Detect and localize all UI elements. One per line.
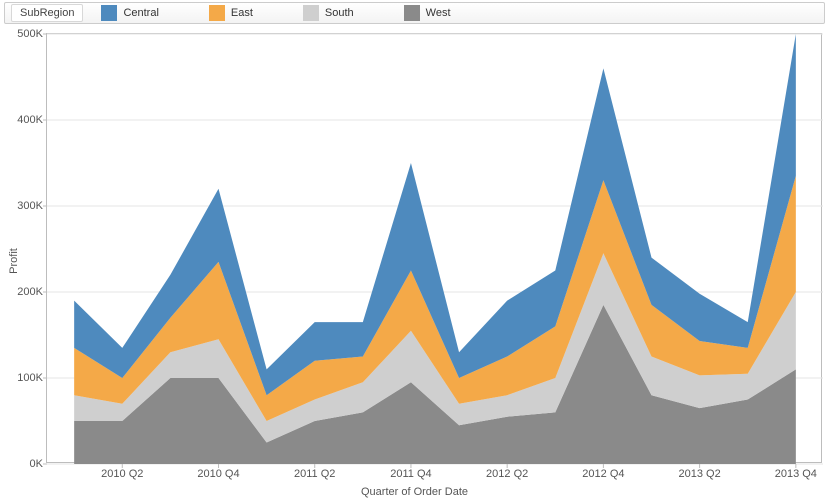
legend-swatch-icon — [209, 5, 225, 21]
legend-item-central[interactable]: Central — [101, 5, 158, 21]
legend-bar: SubRegion Central East South West — [4, 2, 825, 24]
x-tick-label: 2012 Q2 — [486, 468, 528, 480]
x-tick-label: 2012 Q4 — [582, 468, 624, 480]
x-tick-label: 2010 Q4 — [197, 468, 239, 480]
x-axis-title: Quarter of Order Date — [361, 486, 468, 498]
y-axis-title: Profit — [8, 248, 20, 274]
y-tick-label: 400K — [7, 114, 43, 126]
legend-label: East — [231, 7, 253, 19]
x-tick-label: 2011 Q4 — [390, 468, 431, 480]
y-tick-label: 0K — [7, 458, 43, 470]
x-tick-label: 2013 Q4 — [775, 468, 817, 480]
x-tick-label: 2010 Q2 — [101, 468, 143, 480]
legend-label: South — [325, 7, 354, 19]
legend-item-east[interactable]: East — [209, 5, 253, 21]
legend-item-west[interactable]: West — [404, 5, 451, 21]
y-tick-label: 100K — [7, 372, 43, 384]
legend-item-south[interactable]: South — [303, 5, 354, 21]
y-tick-label: 200K — [7, 286, 43, 298]
plot-area[interactable]: 0K100K200K300K400K500K 2010 Q22010 Q4201… — [46, 33, 822, 463]
legend-swatch-icon — [303, 5, 319, 21]
y-tick-label: 300K — [7, 200, 43, 212]
legend-swatch-icon — [404, 5, 420, 21]
chart-area: Profit Quarter of Order Date 0K100K200K3… — [0, 24, 829, 498]
legend-label: Central — [123, 7, 158, 19]
legend-items: Central East South West — [101, 5, 450, 21]
x-tick-label: 2011 Q2 — [294, 468, 335, 480]
area-chart-svg — [47, 34, 823, 464]
legend-title[interactable]: SubRegion — [11, 4, 83, 22]
legend-swatch-icon — [101, 5, 117, 21]
legend-label: West — [426, 7, 451, 19]
x-tick-label: 2013 Q2 — [679, 468, 721, 480]
y-tick-label: 500K — [7, 28, 43, 40]
